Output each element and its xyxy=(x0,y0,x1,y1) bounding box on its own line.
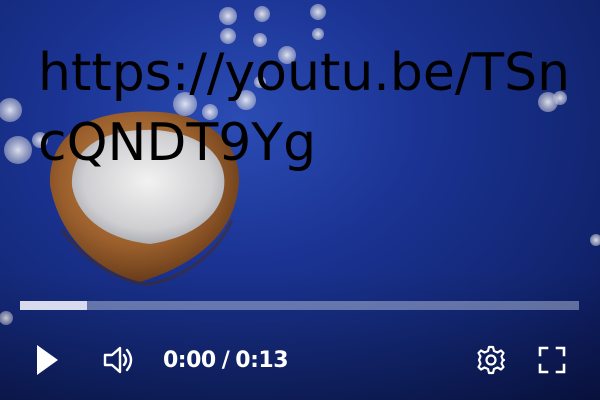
time-display: 0:00 / 0:13 xyxy=(163,343,289,377)
play-icon xyxy=(37,345,58,375)
play-button[interactable] xyxy=(30,342,64,378)
settings-button[interactable] xyxy=(474,343,508,377)
video-player[interactable]: https://youtu.be/TSncQNDT9Yg 0:00 / 0:13 xyxy=(0,0,600,400)
fullscreen-icon xyxy=(538,346,566,374)
gear-icon xyxy=(477,345,506,375)
video-url-overlay: https://youtu.be/TSncQNDT9Yg xyxy=(38,43,571,173)
progress-played xyxy=(20,301,88,310)
volume-icon xyxy=(103,346,133,374)
progress-bar[interactable] xyxy=(20,301,579,310)
fullscreen-button[interactable] xyxy=(535,342,569,378)
current-time: 0:00 xyxy=(163,347,216,373)
controls-gradient xyxy=(0,270,600,400)
duration-time: 0:13 xyxy=(235,347,289,373)
volume-button[interactable] xyxy=(100,342,138,378)
time-separator: / xyxy=(221,347,230,373)
